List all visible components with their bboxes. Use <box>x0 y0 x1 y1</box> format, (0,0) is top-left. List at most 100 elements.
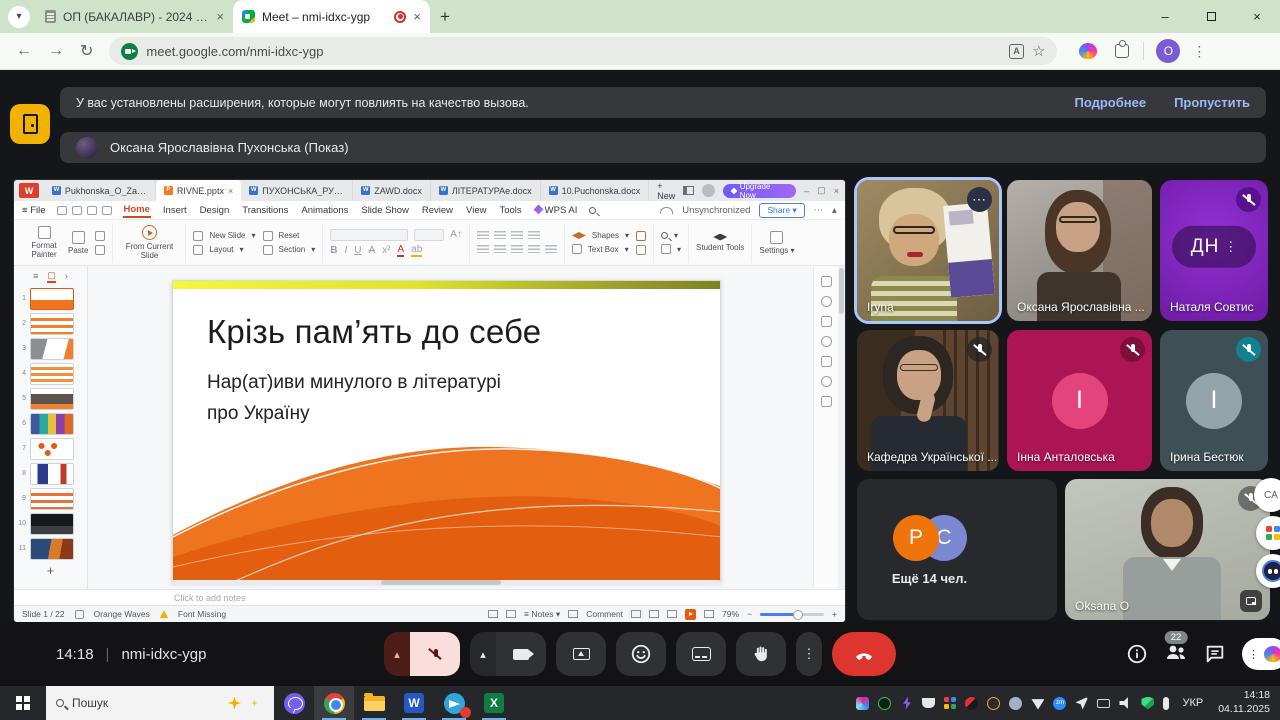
wps-user-avatar[interactable] <box>702 184 715 197</box>
menu-tab-home[interactable]: Home <box>123 203 151 218</box>
slideshow-button[interactable] <box>685 609 696 620</box>
more-icon[interactable]: ⋯ <box>814 205 824 216</box>
share-button[interactable]: Share ▾ <box>759 203 804 218</box>
slide-canvas[interactable]: Крізь пам’ять до себе Нар(ат)иви минулог… <box>88 266 813 589</box>
slide-thumbnail[interactable]: 10 <box>14 511 87 536</box>
slide-thumbnail[interactable]: 1 <box>14 286 87 311</box>
find-icon[interactable] <box>661 232 668 239</box>
forward-icon[interactable]: → <box>48 42 64 60</box>
skip-button[interactable]: Пропустить <box>1174 95 1250 110</box>
highlight-icon[interactable]: ab <box>411 245 422 257</box>
tray-clock-icon[interactable] <box>987 697 1000 710</box>
browser-menu-icon[interactable]: ⋮ <box>1192 43 1206 60</box>
fit-slide-icon[interactable] <box>704 610 714 618</box>
taskbar-app-explorer[interactable] <box>354 686 394 720</box>
quick-access-icons[interactable] <box>57 206 112 215</box>
tray-speaker-icon[interactable] <box>1119 697 1132 710</box>
copy-icon[interactable] <box>95 245 105 255</box>
slide-thumbnail[interactable]: 9 <box>14 486 87 511</box>
slide[interactable]: Крізь пам’ять до себе Нар(ат)иви минулог… <box>172 280 721 583</box>
wps-close-icon[interactable]: × <box>834 186 839 196</box>
present-button[interactable] <box>556 632 606 676</box>
tray-keyboard-icon[interactable] <box>1097 699 1110 708</box>
font-color-icon[interactable]: A <box>397 245 404 257</box>
close-doc-icon[interactable]: × <box>228 186 233 196</box>
slide-thumbnail[interactable]: 8 <box>14 461 87 486</box>
browser-tab-2-active[interactable]: Meet – nmi-idxc-ygp × <box>233 0 430 33</box>
camera-options-chevron[interactable]: ▴ <box>470 632 496 676</box>
taskbar-app-excel[interactable]: X <box>474 686 514 720</box>
horizontal-scrollbar[interactable] <box>172 580 721 585</box>
menu-tab-view[interactable]: View <box>465 204 487 217</box>
participant-tile-inna[interactable]: І Інна Анталовська <box>1007 330 1152 471</box>
start-button[interactable] <box>0 686 46 720</box>
slide-sorter-icon[interactable] <box>649 610 659 618</box>
design-tool-icon[interactable] <box>821 316 832 327</box>
grow-font-icon[interactable]: A↑ <box>450 229 462 240</box>
search-icon[interactable] <box>589 207 596 214</box>
select-icon[interactable] <box>661 244 671 254</box>
picture-icon[interactable] <box>636 231 646 241</box>
text-box-button[interactable]: Text Box ▾ <box>572 244 629 254</box>
wps-minimize-icon[interactable]: – <box>804 186 809 196</box>
add-slide-button[interactable]: + <box>14 563 87 578</box>
tray-wifi-icon[interactable] <box>1031 697 1044 710</box>
tray-defender-icon[interactable] <box>1141 697 1154 710</box>
menu-tab-slideshow[interactable]: Slide Show <box>360 204 410 217</box>
reading-view-icon[interactable] <box>667 610 677 618</box>
wps-doc-tab[interactable]: WPukhonska_O_Zakoс <box>44 180 156 201</box>
wps-doc-tab[interactable]: WПУХОНСЬКА_РУКОПИС <box>241 180 353 201</box>
wps-doc-tab-active[interactable]: PRIVNE.pptx× <box>156 180 241 201</box>
tray-steam-icon[interactable] <box>1009 697 1022 710</box>
slide-thumbnail[interactable]: 5 <box>14 386 87 411</box>
section-button[interactable]: Section ▾ <box>263 245 316 255</box>
group-icon[interactable] <box>636 245 646 255</box>
shapes-button[interactable]: Shapes ▾ <box>572 231 629 240</box>
align-left-icon[interactable] <box>477 245 489 255</box>
details-button[interactable]: Подробнее <box>1074 95 1146 110</box>
extension-overlay-button[interactable]: ⋮ <box>1242 638 1280 670</box>
mic-toggle-button[interactable] <box>410 632 460 676</box>
extension-door-badge[interactable] <box>10 104 50 144</box>
line-spacing-icon[interactable] <box>528 231 540 241</box>
bookmark-star-icon[interactable]: ☆ <box>1032 42 1045 60</box>
outline-view-icon[interactable]: ≡ <box>33 271 38 281</box>
zoom-out-button[interactable]: − <box>747 609 752 619</box>
collapse-ribbon-icon[interactable]: ▾ <box>832 205 837 216</box>
sidebar-toggle-icon[interactable] <box>506 610 516 618</box>
wps-doc-tab[interactable]: W10.Puchonska.docx <box>541 180 650 201</box>
slide-thumbnail[interactable]: 4 <box>14 361 87 386</box>
indent-icon[interactable] <box>511 231 523 241</box>
layout-button[interactable]: Layout ▾ <box>193 245 255 255</box>
file-menu[interactable]: ≡ File <box>22 205 46 216</box>
taskbar-app-viber[interactable] <box>274 686 314 720</box>
help-tool-icon[interactable] <box>821 376 832 387</box>
panel-expand-icon[interactable]: › <box>65 271 68 281</box>
font-family-select[interactable] <box>330 229 408 241</box>
wps-restore-icon[interactable]: ▢ <box>817 185 826 196</box>
participant-tile-iryna[interactable]: ⋯ Iryna <box>857 180 999 321</box>
browser-profile-avatar[interactable]: O <box>1156 39 1180 63</box>
task-pane-icon[interactable] <box>488 610 498 618</box>
animation-tool-icon[interactable] <box>821 296 832 307</box>
menu-tab-animations[interactable]: Animations <box>300 204 349 217</box>
wps-doc-tab[interactable]: WЛІТЕРАТУРАе.docx <box>431 180 541 201</box>
tray-opera-icon[interactable] <box>965 697 978 710</box>
minimize-button[interactable]: – <box>1142 9 1188 24</box>
student-tools-button[interactable]: Student Tools <box>696 234 744 252</box>
justify-icon[interactable] <box>528 245 540 255</box>
comment-tool-icon[interactable] <box>821 356 832 367</box>
end-call-button[interactable] <box>832 632 896 676</box>
tray-photos-icon[interactable] <box>944 697 956 709</box>
taskbar-app-chrome[interactable] <box>314 686 354 720</box>
align-center-icon[interactable] <box>494 245 506 255</box>
tray-telegram-icon[interactable] <box>1075 697 1088 710</box>
new-slide-button[interactable]: New Slide ▾ <box>193 231 255 241</box>
tray-cup-icon[interactable] <box>922 698 935 708</box>
extensions-puzzle-icon[interactable] <box>1115 44 1129 58</box>
taskbar-clock[interactable]: 14:18 04.11.2025 <box>1218 689 1270 716</box>
font-missing-warning[interactable]: Font Missing <box>178 609 226 619</box>
align-right-icon[interactable] <box>511 245 523 255</box>
tray-apps-icon[interactable] <box>856 697 869 710</box>
translate-icon[interactable]: A <box>1009 44 1024 59</box>
